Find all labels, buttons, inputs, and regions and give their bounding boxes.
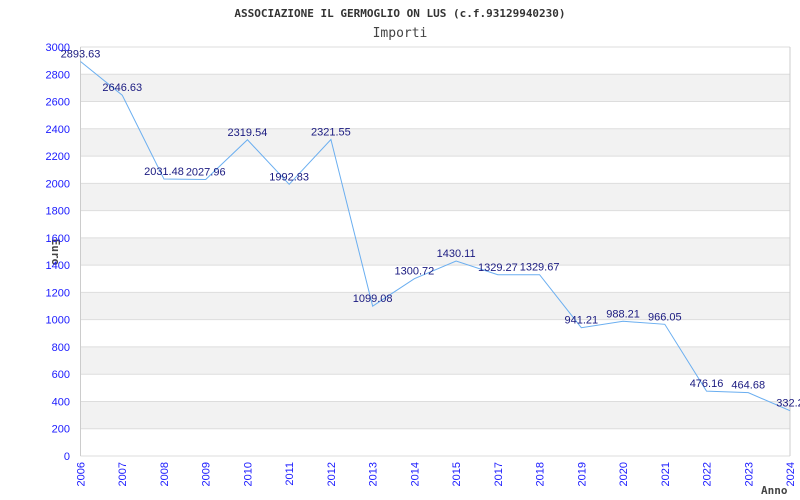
grid-band [80,346,790,375]
y-tick-label: 2200 [46,151,70,163]
y-tick-label: 1200 [46,287,70,299]
x-tick-label: 2007 [117,462,129,486]
x-tick-label: 2018 [535,462,547,486]
grid-band [80,183,790,211]
data-label: 332.2 [776,398,800,410]
y-tick-label: 1400 [46,260,70,272]
x-tick-label: 2014 [409,462,421,486]
line-chart: ASSOCIAZIONE IL GERMOGLIO ON LUS (c.f.93… [46,7,800,497]
y-tick-label: 800 [52,342,70,354]
y-tick-label: 200 [52,424,70,436]
y-tick-label: 2000 [46,178,70,190]
x-tick-label: 2017 [493,462,505,486]
data-label: 464.68 [731,380,765,392]
data-label: 1099.08 [353,293,393,305]
grid-band [80,401,790,429]
data-label: 2319.54 [228,127,268,139]
x-tick-label: 2011 [284,462,296,486]
data-label: 966.05 [648,311,682,323]
data-label: 988.21 [606,308,640,320]
y-tick-label: 2400 [46,124,70,136]
x-tick-label: 2012 [326,462,338,486]
data-label: 2321.55 [311,126,351,138]
grid-band [80,74,790,102]
x-axis-label: Anno [761,484,788,497]
data-label: 1992.83 [269,171,309,183]
y-tick-label: 0 [64,451,70,463]
x-tick-label: 2022 [702,462,714,486]
y-tick-label: 2600 [46,97,70,109]
x-tick-label: 2006 [76,462,88,486]
data-label: 2646.63 [102,82,142,94]
y-tick-label: 1800 [46,206,70,218]
x-tick-label: 2008 [159,462,171,486]
data-label: 2027.96 [186,167,226,179]
data-label: 2031.48 [144,166,184,178]
grid-band [80,237,790,266]
y-tick-label: 2800 [46,69,70,81]
x-tick-label: 2010 [242,462,254,486]
y-tick-label: 600 [52,369,70,381]
chart-title: ASSOCIAZIONE IL GERMOGLIO ON LUS (c.f.93… [234,7,565,20]
data-label: 1329.67 [520,262,560,274]
x-tick-label: 2015 [451,462,463,486]
x-tick-label: 2019 [576,462,588,486]
data-label: 1430.11 [437,248,476,260]
grid-band [80,292,790,320]
data-label: 2893.63 [61,49,101,61]
x-tick-label: 2024 [785,462,797,486]
x-tick-label: 2023 [743,462,755,486]
grid-band [80,128,790,157]
chart-subtitle: Importi [373,26,428,41]
x-tick-label: 2020 [618,462,630,486]
data-label: 1300.72 [394,266,434,278]
data-label: 1329.27 [478,262,518,274]
x-tick-label: 2021 [660,462,672,486]
data-label: 476.16 [690,378,724,390]
y-tick-label: 1600 [46,233,70,245]
x-tick-label: 2013 [368,462,380,486]
y-tick-label: 400 [52,396,70,408]
data-label: 941.21 [564,315,598,327]
x-tick-label: 2009 [201,462,213,486]
y-tick-label: 1000 [46,315,70,327]
